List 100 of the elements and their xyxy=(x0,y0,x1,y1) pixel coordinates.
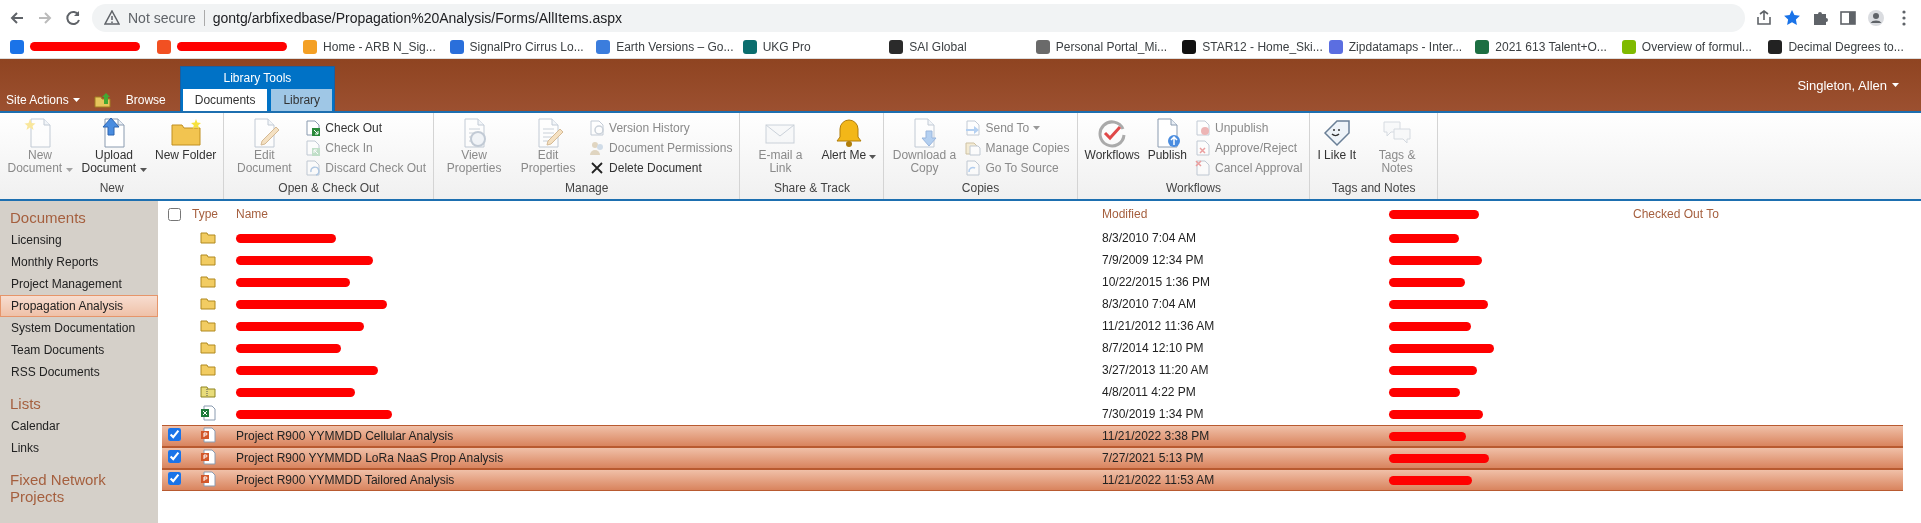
ribbon-button[interactable]: Delete Document xyxy=(586,158,736,178)
table-cell-text: 7/27/2021 5:13 PM xyxy=(1101,451,1205,465)
bookmark[interactable]: SignalPro Cirrus Lo... xyxy=(447,39,595,54)
address-bar[interactable]: Not secure gontg/arbfixedbase/Propagation%20Analysis/Forms/AllItems.aspx xyxy=(92,3,1745,32)
bookmark[interactable]: STAR12 - Home_Ski... xyxy=(1180,39,1327,54)
table-row[interactable]: 8/3/2010 7:04 AM xyxy=(162,293,1903,315)
avatar-icon[interactable] xyxy=(1867,8,1885,27)
row-checkbox[interactable] xyxy=(168,428,181,441)
bookmark-label: 2021 613 Talent+O... xyxy=(1495,39,1607,54)
documents-icon xyxy=(965,140,982,156)
documents-magnifier-icon xyxy=(589,120,606,136)
bookmark[interactable]: UKG Pro xyxy=(740,39,888,54)
star-icon[interactable] xyxy=(1783,8,1801,27)
sidebar-item[interactable]: RSS Documents xyxy=(0,361,158,383)
bookmark[interactable]: SAI Global xyxy=(887,39,1034,54)
bookmark[interactable]: Personal Portal_Mi... xyxy=(1033,39,1181,54)
document-undo-icon xyxy=(305,160,322,176)
sidebar-icon[interactable] xyxy=(1839,8,1857,27)
ribbon-button[interactable]: I Like It xyxy=(1314,117,1360,162)
bookmark-label: Decimal Degrees to... xyxy=(1788,39,1904,54)
ribbon-button[interactable]: New Folder xyxy=(152,117,220,162)
site-actions-menu[interactable]: Site Actions xyxy=(6,89,80,111)
selected-row[interactable]: Project R900 YYMMDD LoRa NaaS Prop Analysis 7/27/2021 5:13 PM xyxy=(162,447,1903,469)
bookmark[interactable]: Earth Versions – Go... xyxy=(594,39,741,54)
table-cell-text: 7/30/2019 1:34 PM xyxy=(1101,407,1205,421)
table-row[interactable]: 7/9/2009 12:34 PM xyxy=(162,249,1903,271)
browse-tab[interactable]: Browse xyxy=(125,89,166,111)
table-row[interactable]: 3/27/2013 11:20 AM xyxy=(162,359,1903,381)
bookmark[interactable]: Overview of formul... xyxy=(1619,39,1767,54)
bookmark-label: Zipdatamaps - Inter... xyxy=(1348,39,1463,54)
document-x-icon xyxy=(1195,160,1211,176)
ribbon-group-label: Workflows xyxy=(1164,181,1223,197)
caret-icon xyxy=(1033,126,1041,130)
site-actions-label: Site Actions xyxy=(6,93,69,107)
selected-row[interactable]: Project R900 YYMMDD Tailored Analysis 11/21/2022 11:53 AM xyxy=(162,469,1903,491)
column-header[interactable]: Modified xyxy=(1098,207,1385,221)
folder-star-icon xyxy=(169,117,202,149)
table-row[interactable]: 8/7/2014 12:10 PM xyxy=(162,337,1903,359)
table-cell-text: 8/3/2010 7:04 AM xyxy=(1101,231,1198,245)
bookmark[interactable]: Zipdatamaps - Inter... xyxy=(1326,39,1474,54)
ribbon-button[interactable]: Workflows xyxy=(1081,117,1143,162)
bookmark-label: STAR12 - Home_Ski... xyxy=(1202,39,1323,54)
redaction-mark xyxy=(1389,388,1460,398)
column-header[interactable]: Name xyxy=(232,207,1098,221)
caret-icon xyxy=(65,168,73,172)
select-all-checkbox[interactable] xyxy=(168,207,181,221)
file-name-link[interactable]: Project R900 YYMMDD Tailored Analysis xyxy=(232,473,1098,487)
sidebar-item[interactable]: Propagation Analysis xyxy=(0,295,158,317)
table-row[interactable]: 11/21/2012 11:36 AM xyxy=(162,315,1903,337)
table-row[interactable]: 7/30/2019 1:34 PM xyxy=(162,403,1903,425)
ribbon-button[interactable]: Alert Me xyxy=(818,117,880,162)
navigate-up-icon[interactable] xyxy=(93,92,112,108)
bookmark[interactable]: Home - ARB N_Sig... xyxy=(301,39,448,54)
bookmark[interactable]: 2021 613 Talent+O... xyxy=(1473,39,1620,54)
selected-row[interactable]: Project R900 YYMMDD Cellular Analysis 11/21/2022 3:38 PM xyxy=(162,425,1903,447)
table-cell-text: 3/27/2013 11:20 AM xyxy=(1101,363,1210,377)
ribbon-group-label: New xyxy=(98,181,125,197)
document-x-icon xyxy=(1195,140,1211,156)
column-header[interactable]: Checked Out To xyxy=(1629,207,1903,221)
people-icon xyxy=(589,140,606,156)
ribbon-button[interactable]: Check Out xyxy=(302,118,430,138)
ribbon-group-label: Share & Track xyxy=(772,181,851,197)
tool-group-label: Library Tools xyxy=(222,70,293,87)
sidebar-item[interactable]: Monthly Reports xyxy=(0,251,158,273)
reload-icon[interactable] xyxy=(64,8,82,27)
sidebar-item[interactable]: Licensing xyxy=(0,229,158,251)
ribbon-group-label: Open & Check Out xyxy=(277,181,381,197)
sidebar-item[interactable]: Calendar xyxy=(0,415,158,437)
row-checkbox[interactable] xyxy=(168,472,181,485)
bookmark-label: Overview of formul... xyxy=(1641,39,1752,54)
warning-icon xyxy=(104,10,120,25)
table-row[interactable]: 10/22/2015 1:36 PM xyxy=(162,271,1903,293)
ribbon-tab[interactable]: Documents xyxy=(182,89,268,111)
x-icon xyxy=(589,160,606,176)
ribbon-button[interactable]: Publish xyxy=(1144,117,1190,162)
row-checkbox[interactable] xyxy=(168,450,181,463)
table-row[interactable]: 8/3/2010 7:04 AM xyxy=(162,227,1903,249)
table-row[interactable]: 4/8/2011 4:22 PM xyxy=(162,381,1903,403)
share-icon[interactable] xyxy=(1755,8,1773,27)
column-header[interactable]: Type xyxy=(188,207,232,221)
bookmark-label: UKG Pro xyxy=(762,39,811,54)
table-cell-text: 10/22/2015 1:36 PM xyxy=(1101,275,1212,289)
table-cell-text: 11/21/2022 11:53 AM xyxy=(1101,473,1216,487)
table-cell-text: 11/21/2012 11:36 AM xyxy=(1101,319,1216,333)
sidebar-item[interactable]: Project Management xyxy=(0,273,158,295)
bookmark-label: SignalPro Cirrus Lo... xyxy=(469,39,584,54)
bookmark[interactable]: Decimal Degrees to... xyxy=(1766,39,1913,54)
table-cell-text: 4/8/2011 4:22 PM xyxy=(1101,385,1197,399)
ribbon-tab[interactable]: Library xyxy=(271,89,333,111)
ribbon-group-label: Copies xyxy=(960,181,1001,197)
table-cell-text: 11/21/2022 3:38 PM xyxy=(1101,429,1211,443)
sidebar-item[interactable]: Links xyxy=(0,437,158,459)
sidebar-item[interactable]: System Documentation xyxy=(0,317,158,339)
sidebar-item[interactable]: Team Documents xyxy=(0,339,158,361)
ribbon-button[interactable]: Upload Document xyxy=(78,117,150,175)
bookmark-label: SAI Global xyxy=(909,39,967,54)
caret-icon xyxy=(72,98,80,102)
file-name-link[interactable]: Project R900 YYMMDD LoRa NaaS Prop Analysis xyxy=(232,451,1098,465)
url-text: gontg/arbfixedbase/Propagation%20Analysis/Forms/AllItems.aspx xyxy=(212,9,623,26)
file-name-link[interactable]: Project R900 YYMMDD Cellular Analysis xyxy=(232,429,1098,443)
